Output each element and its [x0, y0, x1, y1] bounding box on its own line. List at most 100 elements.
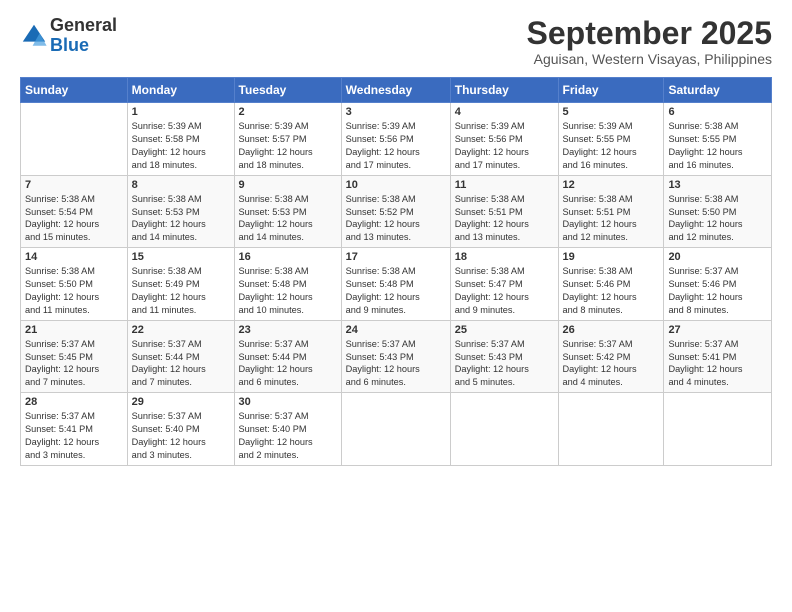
- table-row: 27 Sunrise: 5:37 AM Sunset: 5:41 PM Dayli…: [664, 320, 772, 393]
- table-row: 29Sunrise: 5:37 AM Sunset: 5:40 PM Dayli…: [127, 393, 234, 466]
- day-number: 11: [455, 179, 554, 191]
- table-row: 19 Sunrise: 5:38 AM Sunset: 5:46 PM Dayli…: [558, 248, 664, 321]
- day-info: Sunrise: 5:39 AM Sunset: 5:56 PM Dayligh…: [346, 120, 446, 172]
- table-row: 24 Sunrise: 5:37 AM Sunset: 5:43 PM Dayli…: [341, 320, 450, 393]
- table-row: 21Sunrise: 5:37 AM Sunset: 5:45 PM Dayli…: [21, 320, 128, 393]
- day-number: 1: [132, 106, 230, 118]
- day-number: 20: [668, 251, 767, 263]
- table-row: 1 Sunrise: 5:39 AM Sunset: 5:58 PM Daylig…: [127, 103, 234, 176]
- table-row: 13Sunrise: 5:38 AM Sunset: 5:50 PM Dayli…: [664, 175, 772, 248]
- table-row: 10Sunrise: 5:38 AM Sunset: 5:52 PM Dayli…: [341, 175, 450, 248]
- calendar-week-row: 14 Sunrise: 5:38 AM Sunset: 5:50 PM Dayli…: [21, 248, 772, 321]
- day-info: Sunrise: 5:39 AM Sunset: 5:58 PM Dayligh…: [132, 120, 230, 172]
- table-row: [558, 393, 664, 466]
- day-info: Sunrise: 5:37 AM Sunset: 5:43 PM Dayligh…: [346, 338, 446, 390]
- table-row: 12 Sunrise: 5:38 AM Sunset: 5:51 PM Dayli…: [558, 175, 664, 248]
- header-friday: Friday: [558, 78, 664, 103]
- day-number: 16: [239, 251, 337, 263]
- logo-text: General Blue: [50, 16, 117, 56]
- header-saturday: Saturday: [664, 78, 772, 103]
- day-info: Sunrise: 5:38 AM Sunset: 5:50 PM Dayligh…: [25, 265, 123, 317]
- table-row: 6 Sunrise: 5:38 AM Sunset: 5:55 PM Daylig…: [664, 103, 772, 176]
- day-number: 15: [132, 251, 230, 263]
- day-number: 9: [239, 179, 337, 191]
- table-row: 11Sunrise: 5:38 AM Sunset: 5:51 PM Dayli…: [450, 175, 558, 248]
- day-info: Sunrise: 5:37 AM Sunset: 5:42 PM Dayligh…: [563, 338, 660, 390]
- logo-icon: [20, 22, 48, 50]
- day-info: Sunrise: 5:37 AM Sunset: 5:41 PM Dayligh…: [25, 410, 123, 462]
- logo-blue: Blue: [50, 35, 89, 55]
- table-row: 18 Sunrise: 5:38 AM Sunset: 5:47 PM Dayli…: [450, 248, 558, 321]
- day-info: Sunrise: 5:38 AM Sunset: 5:53 PM Dayligh…: [132, 193, 230, 245]
- day-number: 12: [563, 179, 660, 191]
- day-number: 2: [239, 106, 337, 118]
- table-row: 4Sunrise: 5:39 AM Sunset: 5:56 PM Daylig…: [450, 103, 558, 176]
- day-info: Sunrise: 5:37 AM Sunset: 5:43 PM Dayligh…: [455, 338, 554, 390]
- day-info: Sunrise: 5:37 AM Sunset: 5:41 PM Dayligh…: [668, 338, 767, 390]
- day-info: Sunrise: 5:38 AM Sunset: 5:48 PM Dayligh…: [346, 265, 446, 317]
- calendar-week-row: 7 Sunrise: 5:38 AM Sunset: 5:54 PM Daylig…: [21, 175, 772, 248]
- table-row: [664, 393, 772, 466]
- table-row: 7 Sunrise: 5:38 AM Sunset: 5:54 PM Daylig…: [21, 175, 128, 248]
- day-info: Sunrise: 5:38 AM Sunset: 5:53 PM Dayligh…: [239, 193, 337, 245]
- logo-general: General: [50, 15, 117, 35]
- calendar-week-row: 28 Sunrise: 5:37 AM Sunset: 5:41 PM Dayli…: [21, 393, 772, 466]
- header: General Blue September 2025 Aguisan, Wes…: [20, 16, 772, 67]
- table-row: 9 Sunrise: 5:38 AM Sunset: 5:53 PM Daylig…: [234, 175, 341, 248]
- day-info: Sunrise: 5:38 AM Sunset: 5:51 PM Dayligh…: [563, 193, 660, 245]
- day-info: Sunrise: 5:38 AM Sunset: 5:47 PM Dayligh…: [455, 265, 554, 317]
- day-number: 28: [25, 396, 123, 408]
- day-number: 18: [455, 251, 554, 263]
- page-container: General Blue September 2025 Aguisan, Wes…: [0, 0, 792, 612]
- day-number: 21: [25, 324, 123, 336]
- day-info: Sunrise: 5:39 AM Sunset: 5:57 PM Dayligh…: [239, 120, 337, 172]
- day-number: 8: [132, 179, 230, 191]
- month-title: September 2025: [527, 16, 772, 51]
- table-row: 22Sunrise: 5:37 AM Sunset: 5:44 PM Dayli…: [127, 320, 234, 393]
- table-row: 5Sunrise: 5:39 AM Sunset: 5:55 PM Daylig…: [558, 103, 664, 176]
- table-row: 8 Sunrise: 5:38 AM Sunset: 5:53 PM Daylig…: [127, 175, 234, 248]
- day-number: 14: [25, 251, 123, 263]
- day-number: 3: [346, 106, 446, 118]
- day-info: Sunrise: 5:38 AM Sunset: 5:46 PM Dayligh…: [563, 265, 660, 317]
- day-number: 27: [668, 324, 767, 336]
- header-thursday: Thursday: [450, 78, 558, 103]
- table-row: 25 Sunrise: 5:37 AM Sunset: 5:43 PM Dayli…: [450, 320, 558, 393]
- day-number: 24: [346, 324, 446, 336]
- day-info: Sunrise: 5:38 AM Sunset: 5:54 PM Dayligh…: [25, 193, 123, 245]
- table-row: 30Sunrise: 5:37 AM Sunset: 5:40 PM Dayli…: [234, 393, 341, 466]
- day-number: 25: [455, 324, 554, 336]
- day-number: 4: [455, 106, 554, 118]
- day-info: Sunrise: 5:38 AM Sunset: 5:49 PM Dayligh…: [132, 265, 230, 317]
- table-row: 14 Sunrise: 5:38 AM Sunset: 5:50 PM Dayli…: [21, 248, 128, 321]
- day-number: 17: [346, 251, 446, 263]
- header-tuesday: Tuesday: [234, 78, 341, 103]
- calendar-header-row: Sunday Monday Tuesday Wednesday Thursday…: [21, 78, 772, 103]
- day-info: Sunrise: 5:37 AM Sunset: 5:46 PM Dayligh…: [668, 265, 767, 317]
- table-row: 26 Sunrise: 5:37 AM Sunset: 5:42 PM Dayli…: [558, 320, 664, 393]
- table-row: 15 Sunrise: 5:38 AM Sunset: 5:49 PM Dayli…: [127, 248, 234, 321]
- day-number: 13: [668, 179, 767, 191]
- table-row: [21, 103, 128, 176]
- table-row: 16 Sunrise: 5:38 AM Sunset: 5:48 PM Dayli…: [234, 248, 341, 321]
- location: Aguisan, Western Visayas, Philippines: [527, 51, 772, 67]
- table-row: 3 Sunrise: 5:39 AM Sunset: 5:56 PM Daylig…: [341, 103, 450, 176]
- calendar-week-row: 21Sunrise: 5:37 AM Sunset: 5:45 PM Dayli…: [21, 320, 772, 393]
- table-row: 17 Sunrise: 5:38 AM Sunset: 5:48 PM Dayli…: [341, 248, 450, 321]
- table-row: 23Sunrise: 5:37 AM Sunset: 5:44 PM Dayli…: [234, 320, 341, 393]
- day-info: Sunrise: 5:37 AM Sunset: 5:40 PM Dayligh…: [132, 410, 230, 462]
- day-number: 26: [563, 324, 660, 336]
- day-info: Sunrise: 5:38 AM Sunset: 5:48 PM Dayligh…: [239, 265, 337, 317]
- day-info: Sunrise: 5:39 AM Sunset: 5:55 PM Dayligh…: [563, 120, 660, 172]
- table-row: [450, 393, 558, 466]
- day-info: Sunrise: 5:38 AM Sunset: 5:55 PM Dayligh…: [668, 120, 767, 172]
- logo: General Blue: [20, 16, 117, 56]
- day-info: Sunrise: 5:38 AM Sunset: 5:52 PM Dayligh…: [346, 193, 446, 245]
- calendar: Sunday Monday Tuesday Wednesday Thursday…: [20, 77, 772, 466]
- day-number: 6: [668, 106, 767, 118]
- day-number: 22: [132, 324, 230, 336]
- calendar-week-row: 1 Sunrise: 5:39 AM Sunset: 5:58 PM Daylig…: [21, 103, 772, 176]
- table-row: [341, 393, 450, 466]
- day-number: 19: [563, 251, 660, 263]
- day-number: 7: [25, 179, 123, 191]
